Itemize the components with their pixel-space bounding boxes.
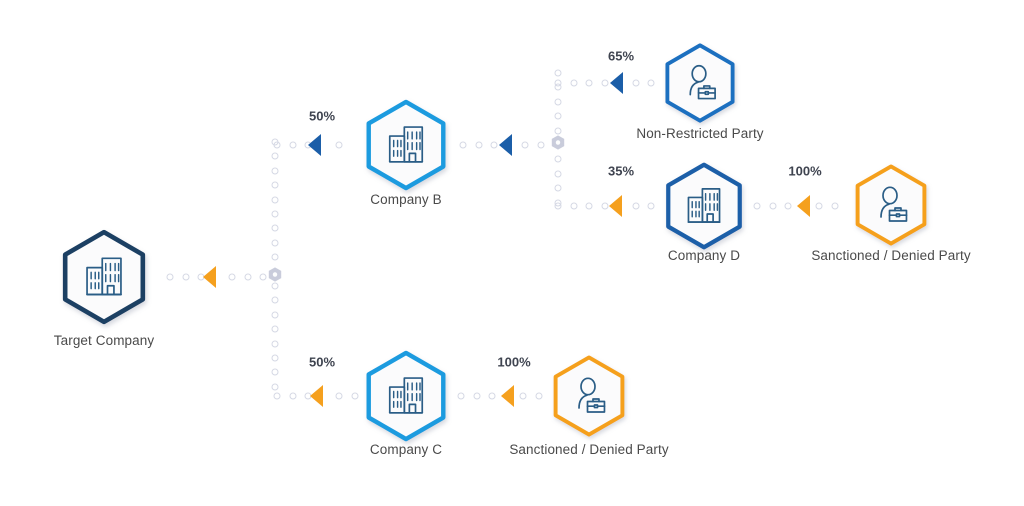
- connector-dot-vertical: [271, 311, 279, 319]
- connector-dot-horizontal: [166, 273, 174, 281]
- connector-dot-horizontal: [519, 392, 527, 400]
- connector-dot-vertical: [271, 196, 279, 204]
- connector-dot-horizontal: [647, 79, 655, 87]
- connector-dot-horizontal: [831, 202, 838, 210]
- connector-dot-horizontal: [570, 202, 577, 210]
- connector-dot-vertical: [554, 98, 562, 106]
- connector-dot-horizontal: [601, 79, 608, 87]
- connector-dot-vertical: [271, 181, 279, 189]
- connector-dot-horizontal: [554, 202, 562, 210]
- connector-dot-horizontal: [585, 202, 593, 210]
- connector-dot-horizontal: [457, 392, 465, 400]
- company-c-label: Company C: [369, 442, 443, 457]
- percent-label-edge-branch-2-to-non-restricted: 65%: [607, 48, 635, 64]
- company-d-label: Company D: [667, 248, 741, 263]
- connector-dot-horizontal: [535, 392, 542, 400]
- connector-dot-horizontal: [815, 202, 823, 210]
- non-restricted-party-label: Non-Restricted Party: [636, 126, 764, 141]
- connector-dot-vertical: [271, 224, 279, 232]
- connector-dot-horizontal: [537, 141, 544, 149]
- connector-dot-horizontal: [273, 141, 281, 149]
- connector-dot-vertical: [271, 296, 279, 304]
- connector-dot-vertical: [271, 325, 279, 333]
- connector-dot-horizontal: [490, 141, 498, 149]
- connector-dot-horizontal: [753, 202, 761, 210]
- connector-dot-vertical: [271, 239, 279, 247]
- connector-dot-vertical: [554, 69, 562, 77]
- percent-label-edge-branch-to-company-c: 50%: [308, 354, 336, 370]
- connector-dot-horizontal: [632, 79, 639, 87]
- connector-dot-horizontal: [784, 202, 792, 210]
- connector-dot-vertical: [271, 354, 279, 362]
- connector-dot-horizontal: [335, 392, 343, 400]
- connector-dot-horizontal: [289, 392, 296, 400]
- percent-label-edge-company-d-to-sanctioned: 100%: [788, 163, 822, 179]
- junction-marker-branch-junction-1: [267, 266, 284, 288]
- connector-dot-horizontal: [601, 202, 608, 210]
- connector-dot-horizontal: [259, 273, 267, 281]
- connector-dot-vertical: [271, 210, 279, 218]
- connector-dot-vertical: [554, 155, 562, 163]
- connector-dot-vertical: [271, 368, 279, 376]
- connector-dot-vertical: [271, 253, 279, 261]
- connector-dot-vertical: [271, 167, 279, 175]
- connector-dot-horizontal: [459, 141, 467, 149]
- sanctioned-denied-party-top-label: Sanctioned / Denied Party: [811, 248, 971, 263]
- company-c-hexagon: [360, 350, 452, 442]
- company-d-hexagon: [660, 162, 748, 250]
- connector-dot-horizontal: [473, 392, 480, 400]
- connector-dot-vertical: [271, 340, 279, 348]
- company-b-hexagon: [360, 99, 452, 191]
- connector-dot-vertical: [554, 112, 562, 120]
- connector-dot-vertical: [271, 383, 279, 391]
- connector-dot-horizontal: [769, 202, 776, 210]
- connector-dot-horizontal: [475, 141, 482, 149]
- connector-dot-horizontal: [647, 202, 655, 210]
- target-company-label: Target Company: [53, 333, 155, 348]
- sanctioned-denied-party-bottom-label: Sanctioned / Denied Party: [509, 442, 669, 457]
- non-restricted-party-hexagon: [660, 43, 740, 123]
- connector-dot-horizontal: [570, 79, 577, 87]
- connector-dot-horizontal: [273, 392, 281, 400]
- connector-dot-horizontal: [488, 392, 496, 400]
- company-b-label: Company B: [370, 192, 442, 207]
- connector-dot-horizontal: [228, 273, 236, 281]
- connector-dot-horizontal: [632, 202, 639, 210]
- percent-label-edge-branch-2-to-company-d: 35%: [607, 163, 635, 179]
- connector-dot-horizontal: [585, 79, 593, 87]
- sanctioned-denied-party-top-hexagon: [850, 164, 932, 246]
- connector-dot-horizontal: [521, 141, 529, 149]
- connector-dot-horizontal: [289, 141, 296, 149]
- connector-dot-vertical: [271, 152, 279, 160]
- connector-dot-horizontal: [182, 273, 189, 281]
- junction-marker-branch-junction-2: [550, 134, 567, 156]
- connector-dot-vertical: [554, 170, 562, 178]
- connector-dot-horizontal: [554, 79, 562, 87]
- connector-dot-horizontal: [351, 392, 358, 400]
- connector-dot-horizontal: [335, 141, 343, 149]
- percent-label-edge-branch-to-company-b: 50%: [308, 108, 336, 124]
- connector-dot-horizontal: [244, 273, 251, 281]
- target-company-hexagon: [56, 229, 152, 325]
- ownership-diagram-canvas: 50% 50% 65% 35% 100% 100% Target Company…: [0, 0, 1024, 506]
- connector-dot-vertical: [554, 184, 562, 192]
- percent-label-edge-company-c-to-sanctioned: 100%: [497, 354, 531, 370]
- sanctioned-denied-party-bottom-hexagon: [548, 355, 630, 437]
